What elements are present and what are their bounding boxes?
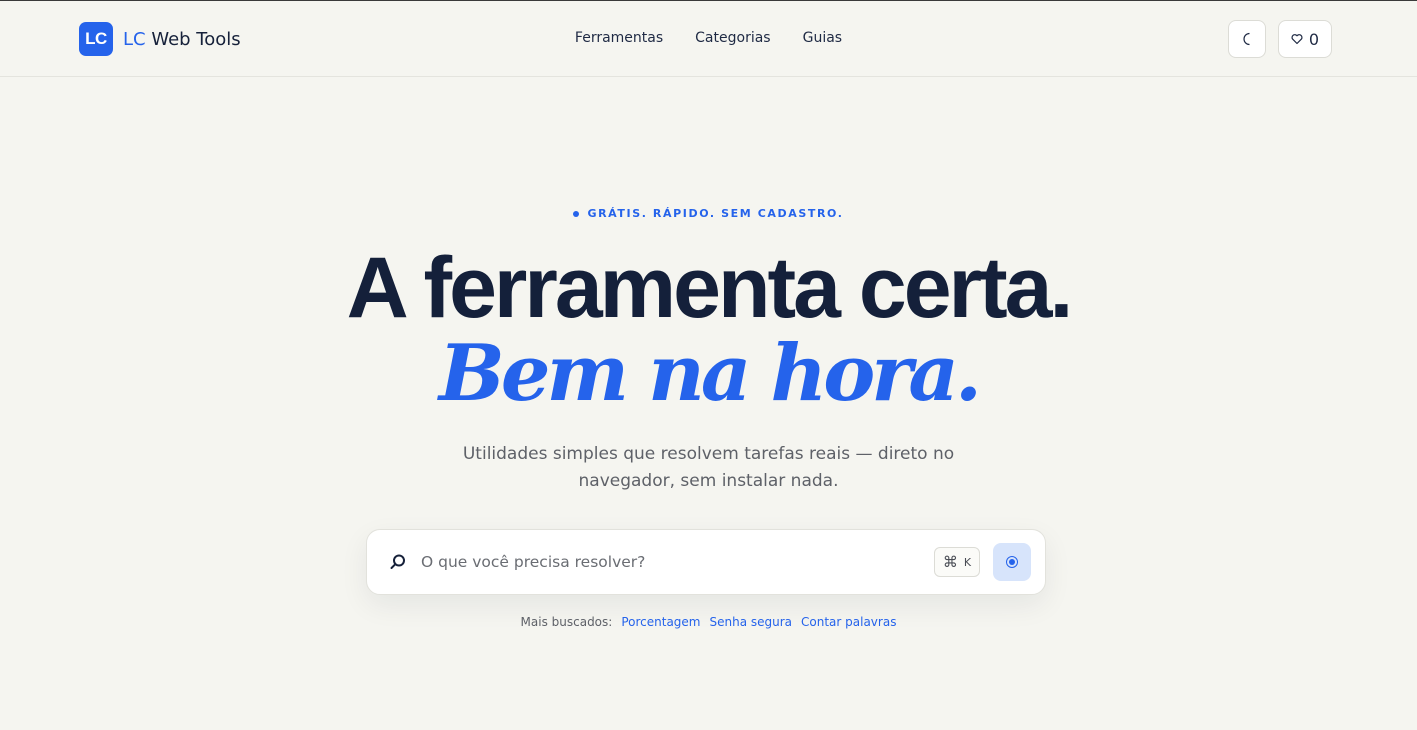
nav-categorias[interactable]: Categorias [695, 30, 770, 46]
command-key-icon: ⌘ [942, 553, 958, 571]
search-icon [390, 554, 405, 569]
theme-toggle-button[interactable] [1228, 20, 1266, 58]
hero-headline-accent: Bem na hora. [438, 328, 982, 419]
favorites-button[interactable]: 0 [1278, 20, 1332, 58]
header-actions: 0 [1228, 20, 1332, 58]
eyebrow-dot-icon [573, 210, 580, 217]
subtitle-line-1: Utilidades simples que resolvem tarefas … [462, 444, 955, 464]
keyboard-shortcut-hint: ⌘ K [934, 547, 980, 577]
nav-ferramentas[interactable]: Ferramentas [575, 30, 663, 46]
nav-guias[interactable]: Guias [803, 30, 842, 46]
popular-link-senha-segura[interactable]: Senha segura [709, 615, 792, 629]
heart-icon [1291, 34, 1303, 45]
popular-label: Mais buscados: [520, 615, 613, 629]
hero-subtitle: Utilidades simples que resolvem tarefas … [0, 441, 1417, 495]
shortcut-key: K [963, 555, 972, 569]
eyebrow-text: GRÁTIS. RÁPIDO. SEM CADASTRO. [587, 207, 844, 220]
popular-searches: Mais buscados: Porcentagem Senha segura … [0, 615, 1417, 629]
voice-search-button[interactable] [993, 543, 1031, 581]
main-nav: Ferramentas Categorias Guias [0, 30, 1417, 46]
hero-headline: A ferramenta certa. [346, 240, 1074, 336]
site-header: LC LC Web Tools Ferramentas Categorias G… [0, 1, 1417, 77]
voice-icon [1006, 556, 1018, 568]
search-box: ⌘ K [366, 529, 1046, 595]
popular-link-porcentagem[interactable]: Porcentagem [621, 615, 700, 629]
subtitle-line-2: navegador, sem instalar nada. [578, 471, 839, 491]
hero-eyebrow: GRÁTIS. RÁPIDO. SEM CADASTRO. [0, 207, 1417, 220]
popular-link-contar-palavras[interactable]: Contar palavras [801, 615, 896, 629]
search-input[interactable] [421, 544, 921, 580]
moon-icon [1243, 32, 1250, 46]
favorites-count: 0 [1308, 29, 1320, 49]
